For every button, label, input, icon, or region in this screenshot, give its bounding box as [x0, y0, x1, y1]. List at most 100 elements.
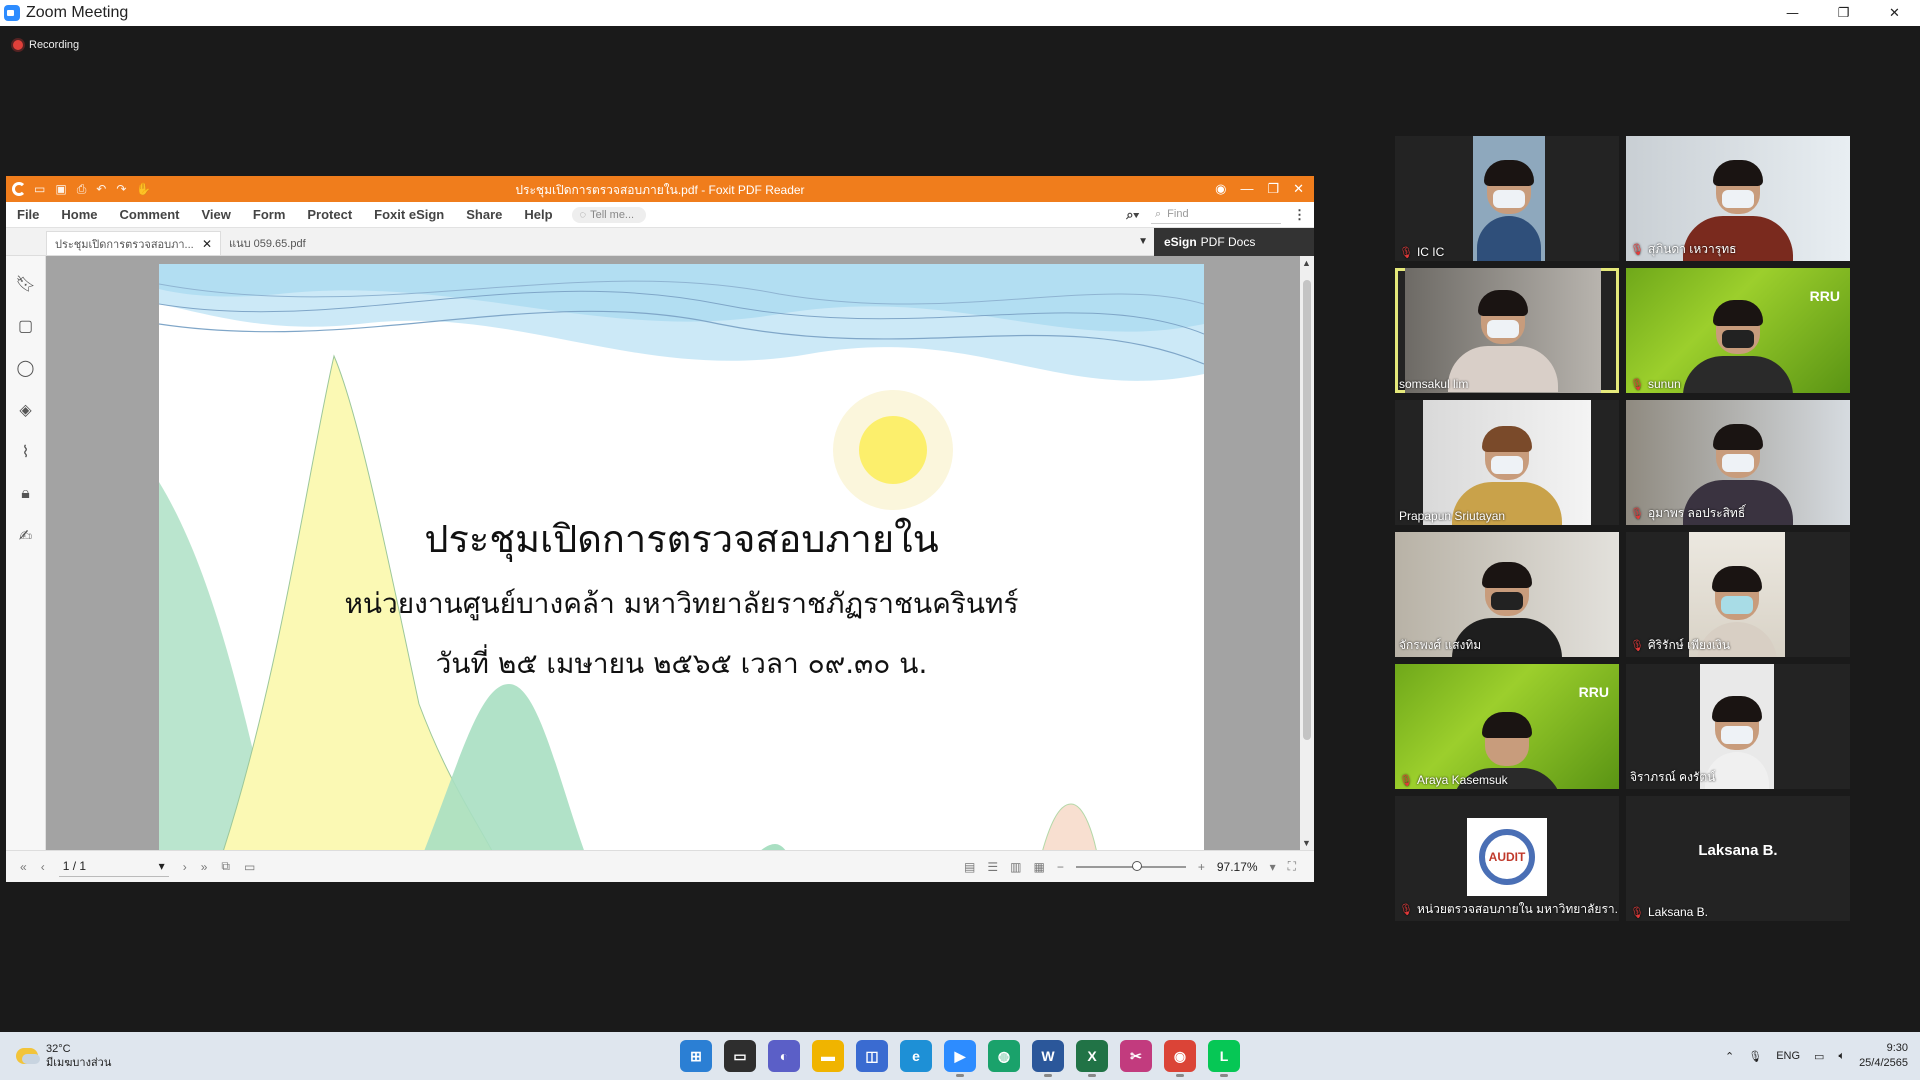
- previous-page-icon[interactable]: ‹: [41, 860, 45, 874]
- search-options-icon[interactable]: ⌕▾: [1126, 207, 1139, 223]
- task-view-icon[interactable]: ▭: [724, 1040, 756, 1072]
- minimize-button[interactable]: —: [1767, 0, 1818, 26]
- scroll-up-icon[interactable]: ▲: [1302, 258, 1311, 268]
- tab-list-dropdown-icon[interactable]: ▼: [1138, 236, 1148, 247]
- scroll-down-icon[interactable]: ▼: [1302, 838, 1311, 848]
- menu-protect[interactable]: Protect: [296, 207, 363, 222]
- foxit-menu-bar: File Home Comment View Form Protect Foxi…: [6, 202, 1314, 228]
- tab-document-1[interactable]: ประชุมเปิดการตรวจสอบภา... ✕: [46, 231, 221, 255]
- continuous-facing-icon[interactable]: ▦: [1033, 860, 1044, 874]
- participant-name: หน่วยตรวจสอบภายใน มหาวิทยาลัยรา...: [1416, 902, 1619, 916]
- participant-name: สุภินดา เหวารุทธ: [1647, 242, 1737, 256]
- participant-tile[interactable]: 🎙︎ ศิริรักษ์ เพียงเงิน: [1626, 532, 1850, 657]
- chat-icon[interactable]: ◐: [768, 1040, 800, 1072]
- menu-form[interactable]: Form: [242, 207, 297, 222]
- participant-tile-active-speaker[interactable]: somsakul lim: [1395, 268, 1619, 393]
- pages-icon[interactable]: ▢: [16, 316, 36, 336]
- chrome-icon[interactable]: ◉: [1164, 1040, 1196, 1077]
- participant-tile[interactable]: จักรพงศ์ แสงทิม: [1395, 532, 1619, 657]
- zoom-logo-icon: [4, 5, 20, 21]
- muted-mic-icon: 🎙︎: [1399, 904, 1413, 916]
- record-dot-icon: [13, 40, 23, 50]
- search-icon: ⌕: [1155, 207, 1162, 220]
- attachment-icon[interactable]: ⌇: [16, 442, 36, 462]
- participant-tile[interactable]: 🎙︎ สุภินดา เหวารุทธ: [1626, 136, 1850, 261]
- line-icon[interactable]: L: [1208, 1040, 1240, 1077]
- next-page-icon[interactable]: ›: [183, 860, 187, 874]
- continuous-icon[interactable]: ☰: [987, 860, 998, 874]
- word-icon[interactable]: W: [1032, 1040, 1064, 1077]
- slide-subtitle: หน่วยงานศูนย์บางคล้า มหาวิทยาลัยราชภัฏรา…: [344, 587, 1019, 620]
- language-indicator[interactable]: ENG: [1776, 1050, 1800, 1062]
- participant-tile[interactable]: จิราภรณ์ คงรัตน์: [1626, 664, 1850, 789]
- participant-tile[interactable]: Laksana B. 🎙︎ Laksana B.: [1626, 796, 1850, 921]
- volume-icon[interactable]: 🔈︎: [1838, 1050, 1845, 1063]
- participant-tile[interactable]: Prapapun Sriutayan: [1395, 400, 1619, 525]
- zoom-slider-knob[interactable]: [1131, 860, 1142, 871]
- participant-tile[interactable]: 🎙︎ อุมาพร ลอประสิทธิ์: [1626, 400, 1850, 525]
- scroll-thumb[interactable]: [1303, 280, 1311, 740]
- facing-icon[interactable]: ▥: [1010, 860, 1021, 874]
- participant-tile[interactable]: RRU 🎙︎ Araya Kasemsuk: [1395, 664, 1619, 789]
- store-icon[interactable]: ◫: [856, 1040, 888, 1072]
- close-button[interactable]: ✕: [1869, 0, 1920, 26]
- esign-label: PDF Docs: [1200, 235, 1256, 249]
- tab-document-2[interactable]: แนบ 059.65.pdf: [221, 231, 314, 255]
- foxit-document-title: ประชุมเปิดการตรวจสอบภายใน.pdf - Foxit PD…: [515, 183, 805, 197]
- start-button-icon[interactable]: ⊞: [680, 1040, 712, 1072]
- chevron-up-icon[interactable]: ⌃: [1725, 1050, 1734, 1063]
- zoom-slider[interactable]: [1075, 860, 1186, 871]
- page-view-icon[interactable]: ▭: [244, 860, 255, 874]
- full-screen-icon[interactable]: ⛶: [1288, 859, 1296, 874]
- esign-banner[interactable]: eSign PDF Docs: [1154, 228, 1314, 256]
- zoom-in-icon[interactable]: +: [1198, 860, 1205, 874]
- first-page-icon[interactable]: «: [20, 860, 27, 874]
- muted-mic-icon: 🎙︎: [1399, 774, 1413, 787]
- internet-explorer-icon[interactable]: e: [900, 1040, 932, 1072]
- menu-home[interactable]: Home: [50, 207, 108, 222]
- comments-icon[interactable]: ◯: [16, 358, 36, 378]
- last-page-icon[interactable]: »: [201, 860, 208, 874]
- bookmark-icon[interactable]: 🔖︎: [15, 274, 35, 294]
- find-input[interactable]: ⌕ Find: [1151, 206, 1281, 224]
- participant-tile[interactable]: RRU 🎙︎ sunun: [1626, 268, 1850, 393]
- zoom-level[interactable]: 97.17%: [1217, 860, 1258, 874]
- page-number-input[interactable]: 1 / 1 ▾: [58, 857, 169, 877]
- menu-file[interactable]: File: [6, 207, 50, 222]
- copy-page-icon[interactable]: ⧉: [221, 859, 230, 874]
- zoom-taskbar-icon[interactable]: ▶: [944, 1040, 976, 1077]
- snipping-tool-icon[interactable]: ✂: [1120, 1040, 1152, 1072]
- zoom-dropdown-icon[interactable]: ▾: [1270, 860, 1276, 874]
- clock[interactable]: 9:30 25/4/2565: [1859, 1041, 1908, 1071]
- menu-share[interactable]: Share: [455, 207, 513, 222]
- participant-tile[interactable]: 🎙︎ IC IC: [1395, 136, 1619, 261]
- more-options-icon[interactable]: ⋮: [1293, 207, 1306, 223]
- vertical-scrollbar[interactable]: ▲ ▼: [1300, 256, 1314, 850]
- signature-icon[interactable]: ✍︎: [16, 526, 36, 546]
- file-explorer-icon[interactable]: ▬: [812, 1040, 844, 1072]
- participant-tile[interactable]: AUDIT 🎙︎ หน่วยตรวจสอบภายใน มหาวิทยาลัยรา.…: [1395, 796, 1619, 921]
- maximize-button[interactable]: ❐: [1818, 0, 1869, 26]
- zoom-out-icon[interactable]: −: [1057, 860, 1064, 874]
- close-tab-icon[interactable]: ✕: [202, 237, 212, 251]
- single-page-icon[interactable]: ▤: [964, 860, 975, 874]
- edge-icon[interactable]: ◍: [988, 1040, 1020, 1072]
- document-canvas[interactable]: ประชุมเปิดการตรวจสอบภายใน หน่วยงานศูนย์บ…: [46, 256, 1314, 850]
- menu-foxit-esign[interactable]: Foxit eSign: [363, 207, 455, 222]
- tell-me-search[interactable]: ◌ Tell me...: [571, 206, 647, 223]
- layers-icon[interactable]: ◈: [16, 400, 36, 420]
- menu-comment[interactable]: Comment: [109, 207, 191, 222]
- menu-view[interactable]: View: [190, 207, 241, 222]
- window-title: Zoom Meeting: [26, 4, 129, 21]
- excel-icon[interactable]: X: [1076, 1040, 1108, 1077]
- recording-indicator[interactable]: Recording: [13, 39, 79, 51]
- weather-widget[interactable]: 32°C มีเมฆบางส่วน: [16, 1042, 111, 1070]
- microphone-icon[interactable]: 🎙︎: [1748, 1050, 1762, 1063]
- page-indicator: 1 / 1: [62, 859, 87, 873]
- navigation-sidebar: 🔖︎ ▢ ◯ ◈ ⌇ 🔒︎ ✍︎: [6, 256, 46, 850]
- participant-name: อุมาพร ลอประสิทธิ์: [1647, 506, 1746, 520]
- menu-help[interactable]: Help: [513, 207, 563, 222]
- network-icon[interactable]: ▭: [1814, 1050, 1824, 1063]
- security-lock-icon[interactable]: 🔒︎: [16, 484, 36, 504]
- slide-title: ประชุมเปิดการตรวจสอบภายใน: [424, 517, 939, 561]
